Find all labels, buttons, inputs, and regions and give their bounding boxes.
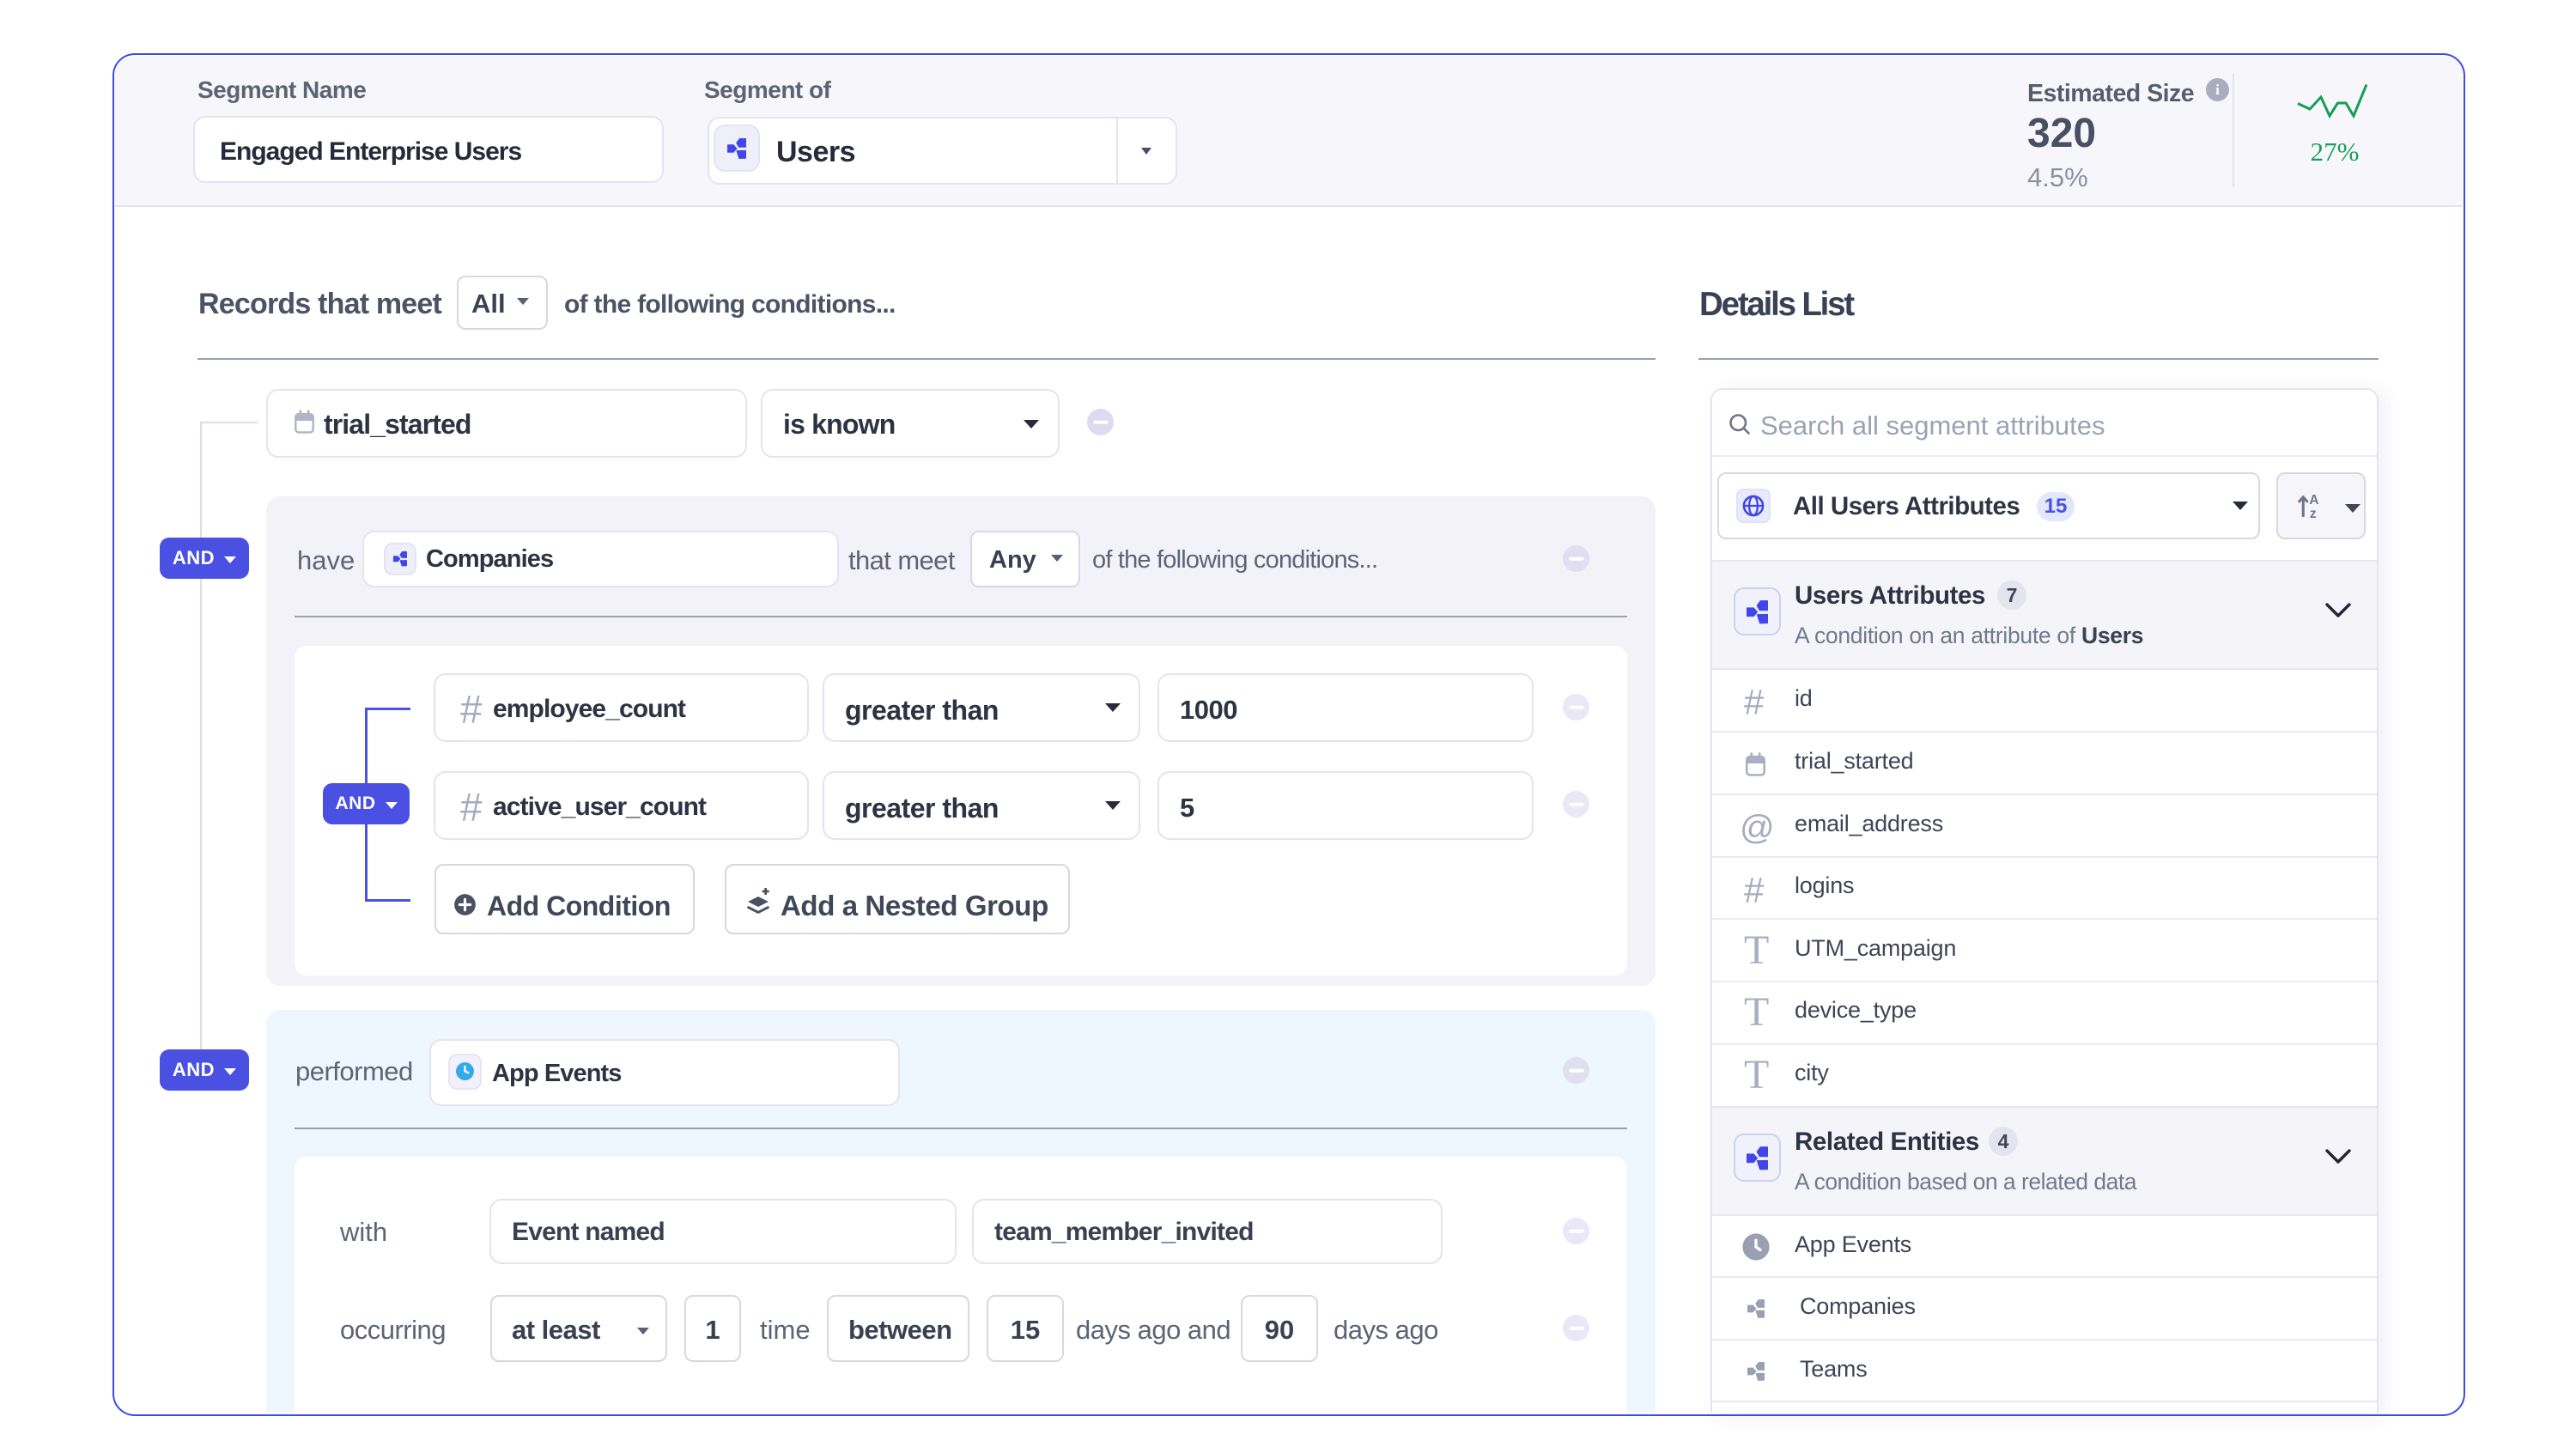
svg-text:z: z <box>2310 507 2317 521</box>
svg-text:A: A <box>2309 493 2318 508</box>
